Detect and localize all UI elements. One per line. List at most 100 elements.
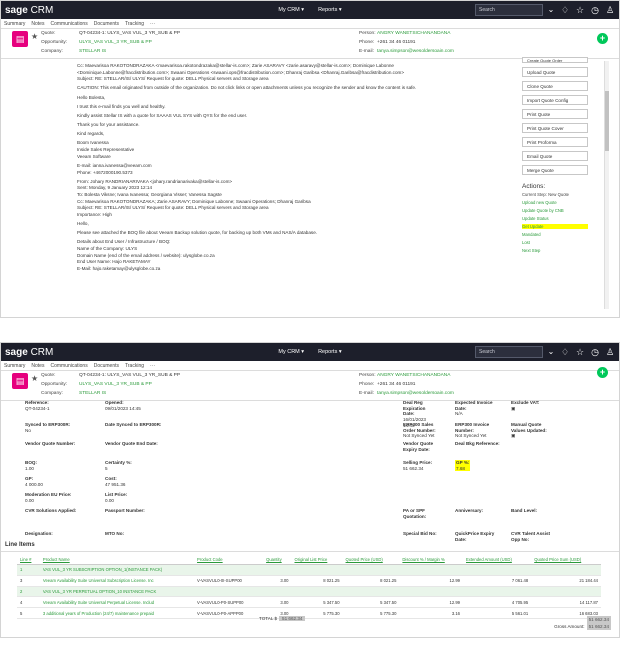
col-product-name[interactable]: Product Name bbox=[39, 555, 195, 565]
person-link[interactable]: ANGRY WANETSICHANANDANA bbox=[377, 31, 450, 36]
tab-more[interactable]: ··· bbox=[150, 21, 155, 27]
gross-label: Gross Amount: bbox=[554, 624, 585, 630]
action-upload-new-quote[interactable]: Upload new Quote bbox=[522, 200, 588, 205]
table-group-row[interactable]: 2 VAS VUL_3 YR PERPETUAL OPTION_10 INSTAN… bbox=[17, 586, 601, 598]
tab-documents[interactable]: Documents bbox=[94, 363, 119, 369]
tab-tracking[interactable]: Tracking bbox=[125, 21, 144, 27]
favorite-star-icon[interactable]: ★ bbox=[31, 374, 38, 383]
row-product-name[interactable]: Veeam Availability Suite Universal Perpe… bbox=[39, 596, 195, 609]
boq-field: BOQ: 1.00 bbox=[25, 460, 37, 471]
quote-name: QT-04234-1: ULYS_VAS VUL_3 YR_SUB & PP bbox=[79, 31, 181, 36]
vendor-quote-number-field: Vendor Quote Number: bbox=[25, 441, 76, 446]
row-product-name[interactable]: Veeam Availability Suite Universal Subsc… bbox=[39, 575, 195, 587]
sage-crm-logo[interactable]: sage CRM bbox=[1, 347, 61, 358]
bell-icon[interactable]: ♢ bbox=[560, 3, 570, 17]
search-input[interactable]: Search bbox=[475, 4, 543, 16]
email-quote-button[interactable]: Email Quote bbox=[522, 151, 588, 161]
my-crm-menu[interactable]: My CRM ▾ bbox=[278, 7, 304, 13]
star-icon[interactable]: ☆ bbox=[575, 3, 585, 17]
print-proforma-button[interactable]: Print Proforma bbox=[522, 137, 588, 147]
row-group-name[interactable]: VAS VUL_3 YR SUBSCRIPTION OPTION_1(INSTA… bbox=[39, 564, 601, 576]
col-product-code[interactable]: Product Code bbox=[194, 555, 264, 565]
action-next-step[interactable]: Next Step bbox=[522, 248, 588, 253]
chevron-down-icon[interactable]: ⌄ bbox=[545, 346, 557, 358]
col-original-list-price[interactable]: Original List Price bbox=[291, 555, 343, 565]
action-mandated[interactable]: Mandated bbox=[522, 232, 588, 237]
clock-icon[interactable]: ◷ bbox=[590, 345, 600, 359]
col-quoted-price-sum[interactable]: Quoted Price Sum (USD) bbox=[531, 555, 601, 565]
company-link[interactable]: STELLAR IS bbox=[79, 391, 106, 396]
clone-quote-button[interactable]: Clone Quote bbox=[522, 81, 588, 91]
merge-quote-button[interactable]: Merge Quote bbox=[522, 165, 588, 175]
tab-documents[interactable]: Documents bbox=[94, 21, 119, 27]
table-row[interactable]: 53 additional years of Production (24/7)… bbox=[17, 607, 601, 619]
certainty-field: Certainty %: 5 bbox=[105, 460, 132, 471]
star-icon[interactable]: ☆ bbox=[575, 345, 585, 359]
quote-icon: ▤ bbox=[12, 373, 28, 389]
row-product-name[interactable]: 3 additional years of Production (24/7) … bbox=[39, 607, 195, 619]
print-quote-button[interactable]: Print Quote bbox=[522, 109, 588, 119]
synced-field: Synced to ERP300R: No bbox=[25, 422, 71, 433]
tab-summary[interactable]: Summary bbox=[4, 21, 25, 27]
favorite-star-icon[interactable]: ★ bbox=[31, 32, 38, 41]
company-link[interactable]: STELLAR IS bbox=[79, 49, 106, 54]
row-quoted-price: 5 775.30 bbox=[342, 607, 400, 619]
tab-tracking[interactable]: Tracking bbox=[125, 363, 144, 369]
opportunity-link[interactable]: ULYS_VAS VUL_3 YR_SUB & PP bbox=[79, 382, 152, 387]
col-quoted-price[interactable]: Quoted Price (USD) bbox=[342, 555, 400, 565]
reports-menu[interactable]: Reports ▾ bbox=[318, 349, 342, 355]
tab-bar: Summary Notes Communications Documents T… bbox=[1, 19, 619, 29]
tab-notes[interactable]: Notes bbox=[31, 363, 44, 369]
reports-menu[interactable]: Reports ▾ bbox=[318, 7, 342, 13]
col-quantity[interactable]: Quantity bbox=[263, 555, 292, 565]
vertical-scrollbar[interactable] bbox=[604, 61, 609, 309]
action-get-update[interactable]: Get Update bbox=[522, 224, 588, 229]
table-group-row[interactable]: 1 VAS VUL_3 YR SUBSCRIPTION OPTION_1(INST… bbox=[17, 564, 601, 576]
create-quote-order-button[interactable]: Create Quote Order bbox=[522, 57, 588, 63]
row-group-name[interactable]: VAS VUL_3 YR PERPETUAL OPTION_10 INSTANC… bbox=[39, 586, 601, 598]
import-quote-config-button[interactable]: Import Quote Config bbox=[522, 95, 588, 105]
phone-value: +261 34 46 01191 bbox=[377, 382, 416, 387]
row-line-number: 1 bbox=[17, 564, 40, 576]
tab-communications[interactable]: Communications bbox=[50, 21, 87, 27]
action-update-status[interactable]: Update Status bbox=[522, 216, 588, 221]
passport-number-field: Passport Number: bbox=[105, 508, 145, 513]
exclude-vat-checkbox[interactable]: ▣ bbox=[511, 406, 539, 412]
col-discount[interactable]: Discount % / Margin % bbox=[399, 555, 463, 565]
tab-more[interactable]: ··· bbox=[150, 363, 155, 369]
pa-spf-quotation-field: PA or SPF Quotation: bbox=[403, 508, 427, 519]
my-crm-menu[interactable]: My CRM ▾ bbox=[278, 349, 304, 355]
row-line-number: 4 bbox=[17, 596, 40, 609]
user-icon[interactable]: ♙ bbox=[605, 345, 615, 359]
reference-field: Reference: QT-04234-1 bbox=[25, 400, 50, 411]
search-input[interactable]: Search bbox=[475, 346, 543, 358]
bell-icon[interactable]: ♢ bbox=[560, 345, 570, 359]
line-items-title: Line Items bbox=[5, 542, 35, 548]
print-quote-cover-button[interactable]: Print Quote Cover bbox=[522, 123, 588, 133]
row-product-code: V-VASVUL0-0I-SUPP00 bbox=[194, 575, 264, 587]
clock-icon[interactable]: ◷ bbox=[590, 3, 600, 17]
tab-notes[interactable]: Notes bbox=[31, 21, 44, 27]
manual-quote-checkbox[interactable]: ▣ bbox=[511, 433, 553, 439]
row-discount: 3.16 bbox=[399, 607, 463, 619]
sage-crm-logo[interactable]: sage CRM bbox=[1, 5, 61, 16]
person-link[interactable]: ANGRY WANETSICHANANDANA bbox=[377, 373, 450, 378]
manual-quote-values-field: Manual Quote Values Updated: ▣ bbox=[511, 422, 553, 439]
col-line[interactable]: Line # bbox=[17, 555, 40, 565]
upload-quote-button[interactable]: Upload Quote bbox=[522, 67, 588, 77]
action-update-quote-cnb[interactable]: Update Quote by CNB bbox=[522, 208, 588, 213]
email-link[interactable]: tanya.simpson@wesoldersoain.com bbox=[377, 49, 454, 54]
action-lost[interactable]: Lost bbox=[522, 240, 588, 245]
table-row[interactable]: 4 Veeam Availability Suite Universal Perp… bbox=[17, 596, 601, 609]
chevron-down-icon[interactable]: ⌄ bbox=[545, 4, 557, 16]
divider bbox=[1, 551, 619, 552]
user-icon[interactable]: ♙ bbox=[605, 3, 615, 17]
email-link[interactable]: tanya.simpson@wesoldersoain.com bbox=[377, 391, 454, 396]
opportunity-link[interactable]: ULYS_VAS VUL_3 YR_SUB & PP bbox=[79, 40, 152, 45]
col-extended-amount[interactable]: Extended Amount (USD) bbox=[463, 555, 532, 565]
table-row[interactable]: 3 Veeam Availability Suite Universal Subs… bbox=[17, 575, 601, 587]
tab-communications[interactable]: Communications bbox=[50, 363, 87, 369]
tab-summary[interactable]: Summary bbox=[4, 363, 25, 369]
quote-name: QT-04234-1: ULYS_VAS VUL_3 YR_SUB & PP bbox=[79, 373, 181, 378]
scrollbar-thumb[interactable] bbox=[605, 91, 609, 151]
